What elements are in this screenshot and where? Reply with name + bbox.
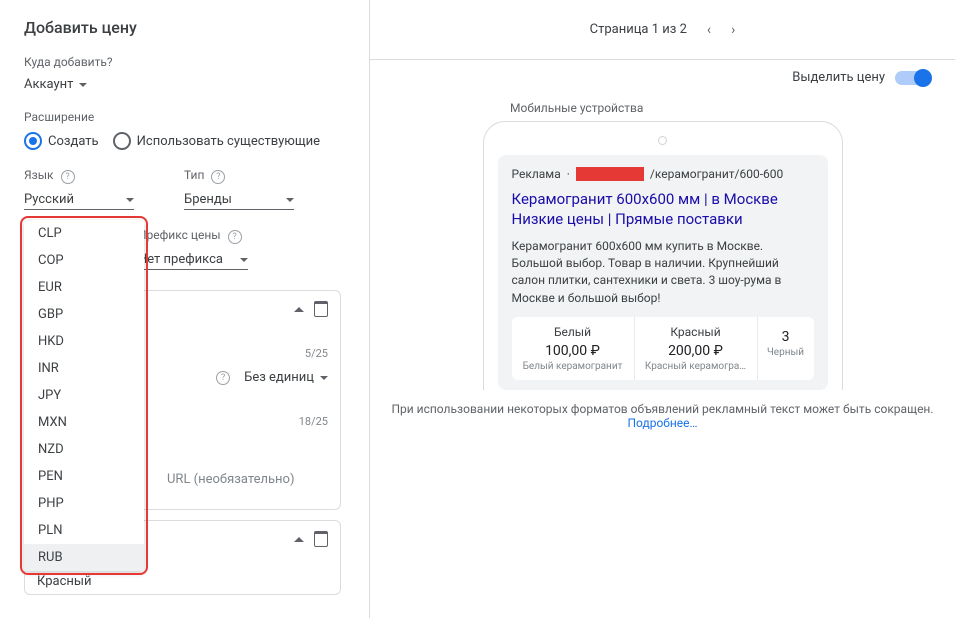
left-panel: Добавить цену Куда добавить? Аккаунт Рас… [0, 0, 370, 618]
phone-speaker-icon [658, 136, 667, 145]
tile-sub: Белый керамогранит [516, 361, 630, 372]
tile-price: 3 [762, 329, 810, 345]
chevron-down-icon [126, 198, 134, 202]
tile-sub: Черный [762, 347, 810, 358]
radio-existing-label[interactable]: Использовать существующие [137, 134, 320, 149]
currency-option[interactable]: JPY [24, 382, 144, 409]
price-prefix-label: Префикс цены ? [138, 228, 248, 244]
more-link[interactable]: Подробнее… [627, 416, 697, 430]
tile-price: 100,00 ₽ [516, 343, 630, 359]
currency-option[interactable]: MXN [24, 409, 144, 436]
type-field: Тип ? Бренды [184, 168, 294, 210]
pager-next-button[interactable]: › [731, 22, 735, 38]
chevron-down-icon [320, 376, 328, 380]
price-tile[interactable]: Красный 200,00 ₽ Красный керамогра… [635, 317, 758, 380]
collapse-icon[interactable] [294, 307, 304, 312]
add-to-section: Куда добавить? Аккаунт [24, 55, 369, 92]
radio-create-label[interactable]: Создать [48, 134, 99, 149]
tile-sub: Красный керамогра… [639, 361, 753, 372]
chevron-down-icon [286, 198, 294, 202]
extension-radiogroup: Создать Использовать существующие [24, 132, 369, 150]
add-to-value: Аккаунт [24, 77, 73, 92]
trash-icon[interactable] [314, 301, 328, 317]
type-value: Бренды [184, 192, 232, 207]
help-icon[interactable]: ? [211, 170, 225, 184]
currency-option[interactable]: NZD [24, 436, 144, 463]
type-label: Тип ? [184, 168, 294, 184]
extension-label: Расширение [24, 110, 369, 124]
trash-icon[interactable] [314, 531, 328, 547]
add-to-label: Куда добавить? [24, 55, 369, 69]
extension-section: Расширение Создать Использовать существу… [24, 110, 369, 150]
language-value: Русский [24, 192, 74, 207]
currency-option[interactable]: COP [24, 247, 144, 274]
preview-caption: Мобильные устройства [510, 101, 643, 115]
url-placeholder[interactable]: URL (необязательно) [167, 472, 294, 487]
ad-url-fragment: /керамогранит/600-600 [650, 167, 783, 181]
redacted-icon [576, 167, 644, 181]
chevron-down-icon [240, 258, 248, 262]
currency-option[interactable]: EUR [24, 274, 144, 301]
highlight-toggle[interactable] [895, 71, 931, 85]
highlight-toolbar: Выделить цену [370, 60, 955, 95]
currency-option[interactable]: RUB [24, 544, 144, 571]
currency-option[interactable]: PLN [24, 517, 144, 544]
language-select[interactable]: Русский [24, 188, 134, 210]
price-tile[interactable]: Белый 100,00 ₽ Белый керамогранит [512, 317, 635, 380]
pager: Страница 1 из 2 ‹ › [370, 0, 955, 60]
phone-preview: Реклама· /керамогранит/600-600 Керамогра… [483, 121, 843, 390]
pager-text: Страница 1 из 2 [590, 22, 687, 37]
radio-create[interactable] [24, 132, 42, 150]
tile-caption: Красный [639, 325, 753, 339]
preview-area: Мобильные устройства Реклама· /керамогра… [370, 95, 955, 390]
header-input[interactable] [37, 574, 241, 590]
chevron-down-icon [79, 83, 87, 87]
currency-option[interactable]: PEN [24, 463, 144, 490]
type-select[interactable]: Бренды [184, 188, 294, 210]
currency-option[interactable]: GBP [24, 301, 144, 328]
ad-card: Реклама· /керамогранит/600-600 Керамогра… [498, 155, 828, 390]
tile-caption: Белый [516, 325, 630, 339]
price-prefix-field: Префикс цены ? Нет префикса [138, 228, 248, 270]
help-icon[interactable]: ? [216, 371, 230, 385]
currency-option[interactable]: PHP [24, 490, 144, 517]
price-tile[interactable]: 3 Черный [758, 317, 814, 380]
price-prefix-value: Нет префикса [138, 252, 223, 267]
currency-dropdown[interactable]: CLPCOPEURGBPHKDINRJPYMXNNZDPENPHPPLNRUB [24, 220, 144, 571]
currency-option[interactable]: CLP [24, 220, 144, 247]
currency-option[interactable]: HKD [24, 328, 144, 355]
page-title: Добавить цену [24, 18, 369, 37]
ad-label: Реклама [512, 167, 561, 181]
currency-option[interactable]: INR [24, 355, 144, 382]
help-icon[interactable]: ? [228, 230, 242, 244]
tile-price: 200,00 ₽ [639, 343, 753, 359]
format-note: При использовании некоторых форматов объ… [370, 390, 955, 430]
right-panel: Страница 1 из 2 ‹ › Выделить цену Мобиль… [370, 0, 955, 618]
add-to-select[interactable]: Аккаунт [24, 77, 87, 92]
highlight-label: Выделить цену [792, 70, 885, 85]
unit-select[interactable]: Без единиц [244, 370, 328, 385]
ad-description: Керамогранит 600х600 мм купить в Москве.… [512, 238, 814, 308]
ad-topline: Реклама· /керамогранит/600-600 [512, 167, 814, 181]
radio-existing[interactable] [113, 132, 131, 150]
ad-title[interactable]: Керамогранит 600х600 мм | в Москве Низки… [512, 189, 814, 230]
help-icon[interactable]: ? [61, 170, 75, 184]
collapse-icon[interactable] [294, 537, 304, 542]
pager-prev-button[interactable]: ‹ [707, 22, 711, 38]
language-label: Язык ? [24, 168, 134, 184]
lang-type-row: Язык ? Русский Тип ? Бренды [24, 168, 369, 210]
price-prefix-select[interactable]: Нет префикса [138, 248, 248, 270]
price-tiles: Белый 100,00 ₽ Белый керамогранит Красны… [512, 317, 814, 380]
language-field: Язык ? Русский [24, 168, 134, 210]
